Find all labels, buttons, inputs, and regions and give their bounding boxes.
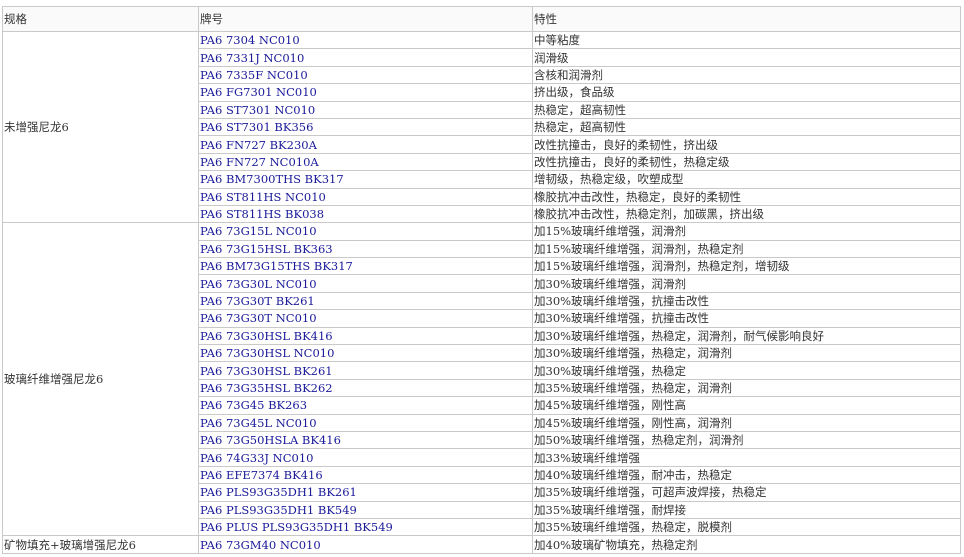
grade-link[interactable]: PA6 73G30HSL NC010 (198, 344, 533, 363)
grade-link[interactable]: PA6 ST811HS BK038 (198, 204, 533, 224)
property-cell: 加40%玻璃纤维增强，耐冲击，热稳定 (532, 465, 961, 485)
property-cell: 含核和润滑剂 (532, 65, 961, 85)
grade-link[interactable]: PA6 73G30HSL BK261 (198, 361, 533, 380)
property-cell: 加45%玻璃纤维增强，刚性高，润滑剂 (532, 413, 961, 432)
property-cell: 加50%玻璃纤维增强，热稳定剂，润滑剂 (532, 430, 961, 450)
grade-link[interactable]: PA6 73G30T BK261 (198, 291, 533, 311)
property-cell: 加30%玻璃纤维增强，润滑剂 (532, 274, 961, 293)
grade-link[interactable]: PA6 7304 NC010 (198, 30, 533, 50)
grade-link[interactable]: PA6 ST7301 BK356 (198, 117, 533, 137)
group-cell: 矿物填充+玻璃增强尼龙6 (2, 535, 199, 554)
header-spec: 规格 (2, 6, 199, 32)
grade-link[interactable]: PA6 7335F NC010 (198, 65, 533, 85)
property-cell: 橡胶抗冲击改性，热稳定剂，加碳黑，挤出级 (532, 204, 961, 224)
property-cell: 加15%玻璃纤维增强，润滑剂 (532, 222, 961, 241)
grade-link[interactable]: PA6 73G50HSLA BK416 (198, 430, 533, 450)
property-cell: 加30%玻璃纤维增强，抗撞击改性 (532, 309, 961, 328)
header-grade: 牌号 (198, 6, 533, 32)
property-cell: 加30%玻璃纤维增强，热稳定 (532, 361, 961, 380)
grade-link[interactable]: PA6 73G45L NC010 (198, 413, 533, 432)
product-spec-table: 规格 牌号 特性 未增强尼龙6 PA6 7304 NC010 中等粘度 PA6 733… (2, 6, 961, 554)
grade-link[interactable]: PA6 73G35HSL BK262 (198, 378, 533, 398)
grade-link[interactable]: PA6 PLS93G35DH1 BK549 (198, 500, 533, 519)
grade-link[interactable]: PA6 73G15L NC010 (198, 222, 533, 241)
group-cell: 未增强尼龙6 (2, 30, 199, 224)
grade-link[interactable]: PA6 BM7300THS BK317 (198, 170, 533, 189)
property-cell: 增韧级，热稳定级，吹塑成型 (532, 170, 961, 189)
grade-link[interactable]: PA6 ST811HS NC010 (198, 187, 533, 206)
property-cell: 加33%玻璃纤维增强 (532, 448, 961, 467)
grade-link[interactable]: PA6 73G30L NC010 (198, 274, 533, 293)
grade-link[interactable]: PA6 74G33J NC010 (198, 448, 533, 467)
property-cell: 加35%玻璃纤维增强，热稳定，润滑剂 (532, 378, 961, 398)
property-cell: 加15%玻璃纤维增强，润滑剂，热稳定剂 (532, 239, 961, 259)
table-row: 未增强尼龙6 PA6 7304 NC010 中等粘度 (2, 30, 961, 224)
table-row: 玻璃纤维增强尼龙6 PA6 73G15L NC010 加15%玻璃纤维增强，润滑剂 (2, 222, 961, 537)
grade-link[interactable]: PA6 PLUS PLS93G35DH1 BK549 (198, 517, 533, 537)
property-cell: 中等粘度 (532, 30, 961, 50)
grade-link[interactable]: PA6 FN727 NC010A (198, 152, 533, 172)
property-cell: 加30%玻璃纤维增强，抗撞击改性 (532, 291, 961, 311)
property-cell: 润滑级 (532, 48, 961, 67)
grade-link[interactable]: PA6 73GM40 NC010 (198, 535, 533, 554)
property-cell: 加35%玻璃纤维增强，热稳定，脱模剂 (532, 517, 961, 537)
property-cell: 加30%玻璃纤维增强，热稳定，润滑剂，耐气候影响良好 (532, 326, 961, 346)
grade-link[interactable]: PA6 73G30T NC010 (198, 309, 533, 328)
property-cell: 改性抗撞击，良好的柔韧性，热稳定级 (532, 152, 961, 172)
grade-link[interactable]: PA6 73G30HSL BK416 (198, 326, 533, 346)
property-cell: 加45%玻璃纤维增强，刚性高 (532, 396, 961, 415)
table-body: 未增强尼龙6 PA6 7304 NC010 中等粘度 PA6 7331J NC010 润… (2, 30, 961, 554)
property-cell: 加40%玻璃矿物填充，热稳定剂 (532, 535, 961, 554)
grade-link[interactable]: PA6 PLS93G35DH1 BK261 (198, 483, 533, 502)
property-cell: 加35%玻璃纤维增强，耐焊接 (532, 500, 961, 519)
property-cell: 加35%玻璃纤维增强，可超声波焊接，热稳定 (532, 483, 961, 502)
property-cell: 挤出级，食品级 (532, 83, 961, 102)
group-cell: 玻璃纤维增强尼龙6 (2, 222, 199, 537)
header-property: 特性 (532, 6, 961, 32)
grade-link[interactable]: PA6 EFE7374 BK416 (198, 465, 533, 485)
property-cell: 热稳定，超高韧性 (532, 117, 961, 137)
grade-link[interactable]: PA6 BM73G15THS BK317 (198, 257, 533, 276)
property-cell: 橡胶抗冲击改性，热稳定，良好的柔韧性 (532, 187, 961, 206)
grade-link[interactable]: PA6 7331J NC010 (198, 48, 533, 67)
grade-link[interactable]: PA6 73G15HSL BK363 (198, 239, 533, 259)
grade-link[interactable]: PA6 FN727 BK230A (198, 135, 533, 154)
table-row: 矿物填充+玻璃增强尼龙6 PA6 73GM40 NC010 加40%玻璃矿物填充，热… (2, 535, 961, 554)
property-cell: 加15%玻璃纤维增强，润滑剂，热稳定剂，增韧级 (532, 257, 961, 276)
property-cell: 加30%玻璃纤维增强，热稳定，润滑剂 (532, 344, 961, 363)
table-header-row: 规格 牌号 特性 (2, 6, 961, 32)
grade-link[interactable]: PA6 FG7301 NC010 (198, 83, 533, 102)
grade-link[interactable]: PA6 73G45 BK263 (198, 396, 533, 415)
grade-link[interactable]: PA6 ST7301 NC010 (198, 100, 533, 119)
property-cell: 改性抗撞击，良好的柔韧性，挤出级 (532, 135, 961, 154)
property-cell: 热稳定，超高韧性 (532, 100, 961, 119)
